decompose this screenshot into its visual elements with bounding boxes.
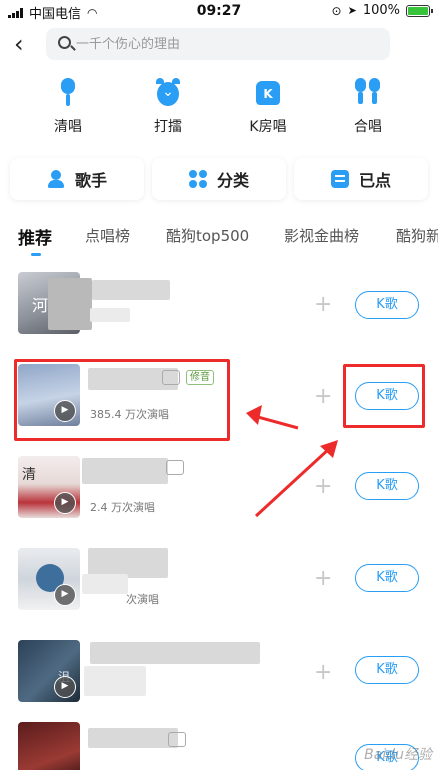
arrow-to-k-button <box>254 446 332 518</box>
arrow-to-song <box>253 414 299 430</box>
arrow-to-song-head <box>246 405 262 425</box>
annotation-arrows <box>246 405 338 518</box>
watermark: Baidu经验 <box>364 747 432 763</box>
